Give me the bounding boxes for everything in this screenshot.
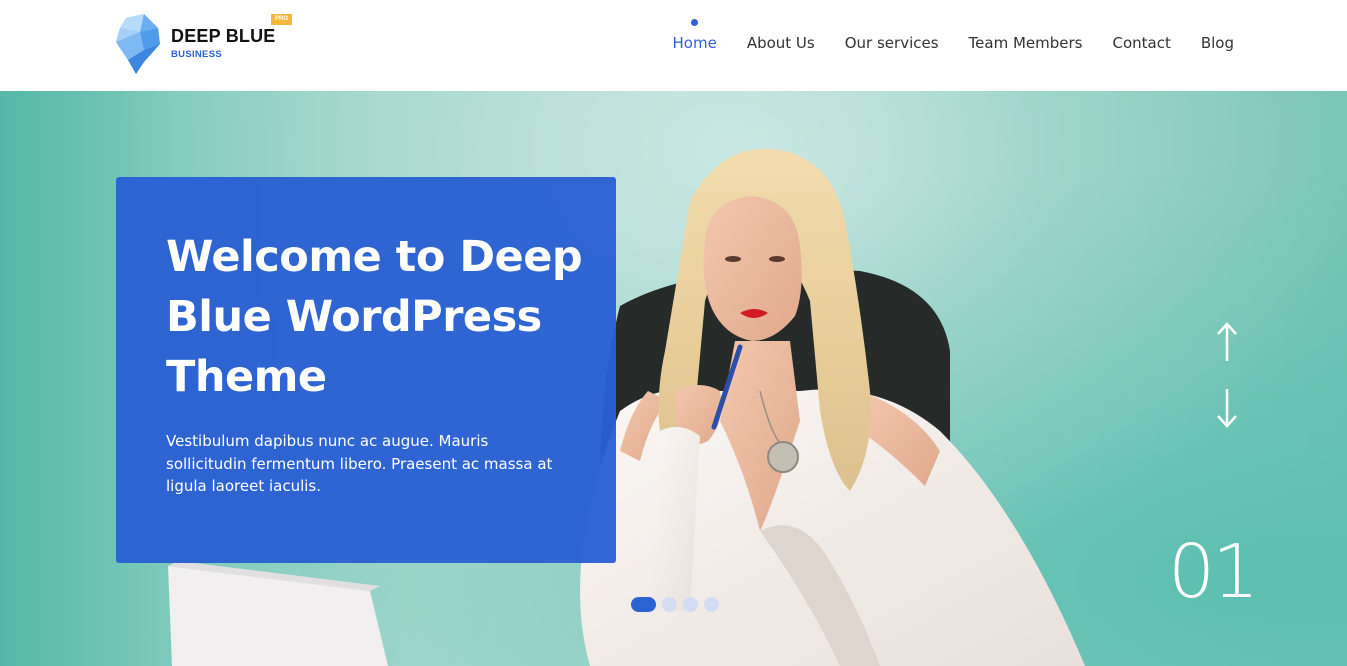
hero-description: Vestibulum dapibus nunc ac augue. Mauris… xyxy=(166,432,553,495)
hero-slider: Welcome to Deep Blue WordPress Theme Ves… xyxy=(0,91,1347,666)
slide-number: 01 xyxy=(1168,529,1259,615)
arrow-down-icon[interactable] xyxy=(1213,387,1241,429)
nav-item-label: Team Members xyxy=(968,34,1083,52)
nav-item-blog[interactable]: Blog xyxy=(1201,34,1234,52)
slider-dot-2[interactable] xyxy=(662,597,677,612)
nav-item-label: Home xyxy=(672,34,717,52)
site-logo[interactable]: DEEP BLUE BUSINESS PRO xyxy=(114,14,314,76)
iceberg-icon xyxy=(116,14,160,74)
nav-item-home[interactable]: Home xyxy=(672,19,717,52)
nav-item-label: Our services xyxy=(844,34,939,52)
brand-name: DEEP BLUE xyxy=(171,26,276,46)
active-indicator-dot xyxy=(691,19,699,26)
nav-item-label: Blog xyxy=(1200,34,1234,52)
nav-item-contact[interactable]: Contact xyxy=(1112,34,1170,52)
nav-item-about-us[interactable]: About Us xyxy=(747,34,815,52)
site-header: DEEP BLUE BUSINESS PRO Home About Us Our… xyxy=(0,0,1347,91)
brand-tagline: BUSINESS xyxy=(171,49,222,60)
hero-card: Welcome to Deep Blue WordPress Theme Ves… xyxy=(116,177,616,563)
hero-title: Welcome to Deep Blue WordPress Theme xyxy=(166,232,583,402)
nav-item-label: About Us xyxy=(746,34,815,52)
nav-item-team-members[interactable]: Team Members xyxy=(969,34,1083,52)
nav-item-our-services[interactable]: Our services xyxy=(845,34,939,52)
arrow-up-icon[interactable] xyxy=(1213,321,1241,363)
slider-dot-4[interactable] xyxy=(704,597,719,612)
main-nav: Home About Us Our services Team Members … xyxy=(643,19,1234,52)
slider-dot-1[interactable] xyxy=(631,597,656,612)
nav-item-label: Contact xyxy=(1112,34,1171,52)
slider-pagination xyxy=(631,597,719,612)
pro-badge: PRO xyxy=(271,14,292,25)
slider-dot-3[interactable] xyxy=(683,597,698,612)
